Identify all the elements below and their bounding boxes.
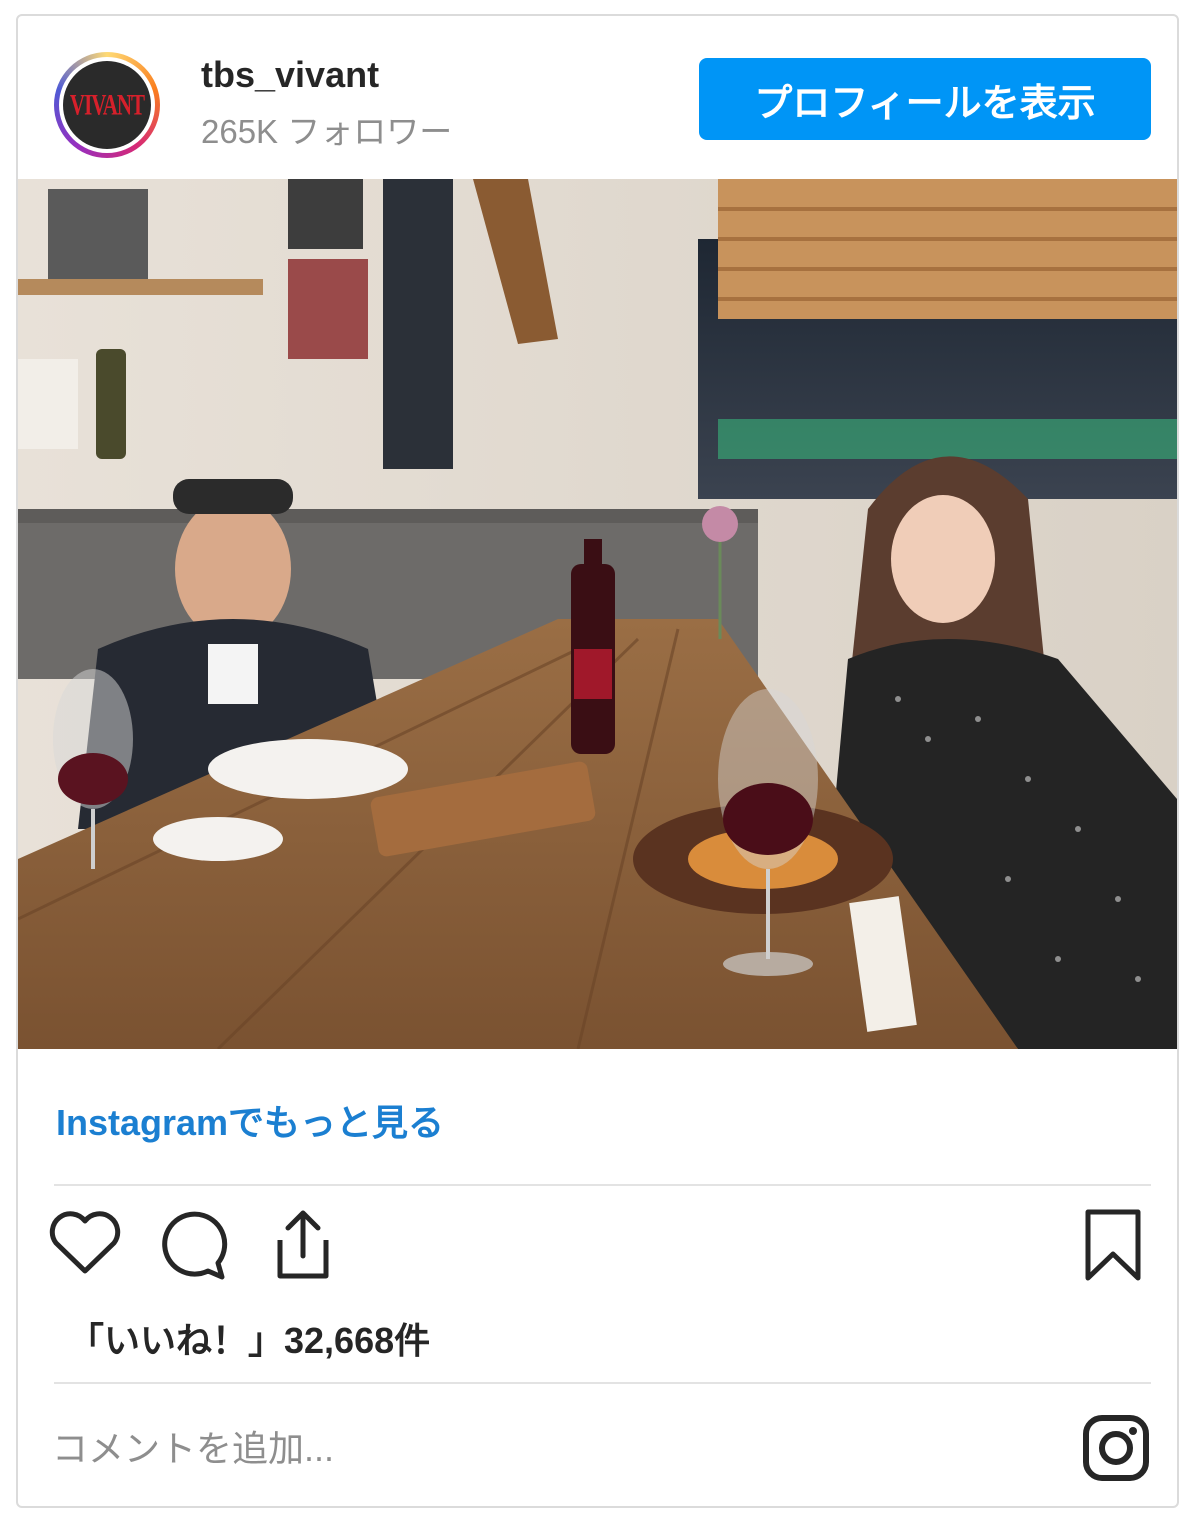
avatar-logo: VIVANT	[63, 61, 151, 149]
share-icon[interactable]	[270, 1206, 336, 1282]
follower-count: 265K フォロワー	[201, 113, 453, 150]
bookmark-icon[interactable]	[1082, 1208, 1144, 1282]
comment-icon[interactable]	[158, 1211, 228, 1281]
instagram-icon[interactable]	[1081, 1413, 1151, 1483]
post-photo[interactable]	[18, 179, 1177, 1049]
add-comment-input[interactable]: コメントを追加...	[52, 1420, 334, 1472]
divider	[54, 1382, 1151, 1384]
username[interactable]: tbs_vivant	[201, 54, 379, 96]
like-count[interactable]: 「いいね！」32,668件	[68, 1312, 430, 1364]
heart-icon[interactable]	[48, 1211, 122, 1277]
avatar[interactable]: VIVANT	[54, 52, 160, 158]
view-profile-button[interactable]: プロフィールを表示	[699, 58, 1151, 140]
avatar-logo-text: VIVANT	[69, 87, 145, 122]
instagram-embed-card: VIVANT tbs_vivant 265K フォロワー プロフィールを表示 I…	[16, 14, 1179, 1508]
view-more-on-instagram-link[interactable]: Instagramでもっと見る	[56, 1094, 444, 1146]
divider	[54, 1184, 1151, 1186]
